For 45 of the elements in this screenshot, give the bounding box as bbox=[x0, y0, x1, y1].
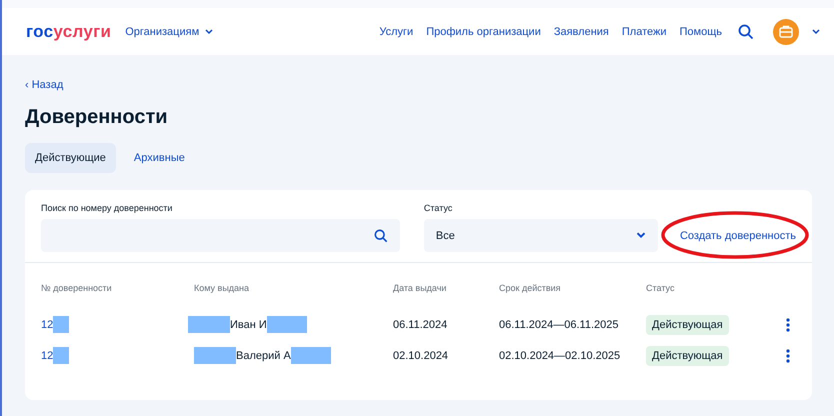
table-cell: Валерий А bbox=[236, 350, 291, 362]
tab[interactable]: Архивные bbox=[124, 143, 195, 173]
organizations-menu[interactable]: Организациям bbox=[125, 26, 214, 38]
nav-link[interactable]: Помощь bbox=[680, 26, 722, 38]
number-link[interactable]: 12 bbox=[41, 350, 54, 362]
redaction-mark bbox=[194, 347, 236, 364]
status-badge: Действующая bbox=[646, 346, 729, 366]
table-cell-text: 06.11.2024 bbox=[393, 318, 448, 330]
number-link[interactable]: 12 bbox=[41, 318, 54, 330]
more-icon[interactable] bbox=[786, 318, 790, 332]
logo[interactable]: госуслуги bbox=[26, 22, 112, 42]
column-header: Срок действия bbox=[499, 283, 562, 293]
dropdown-value: Все bbox=[436, 230, 455, 242]
table-cell-text: 02.10.2024—02.10.2025 bbox=[499, 350, 622, 362]
field-label: Статус bbox=[424, 203, 454, 213]
nav-link[interactable]: Платежи bbox=[622, 26, 666, 38]
caret-icon[interactable] bbox=[812, 28, 820, 34]
column-header: Статус bbox=[646, 283, 676, 293]
column-header: Дата выдачи bbox=[393, 283, 448, 293]
column-header: № доверенности bbox=[41, 283, 113, 293]
table-cell-text: 02.10.2024 bbox=[393, 350, 450, 362]
redaction-mark bbox=[266, 316, 307, 333]
more-icon[interactable] bbox=[786, 348, 790, 362]
table-cell-text: 06.11.2024—06.11.2025 bbox=[499, 318, 620, 330]
status-badge: Действующая bbox=[646, 314, 729, 334]
field-label: Поиск по номеру доверенности bbox=[41, 203, 174, 213]
redaction-mark bbox=[53, 347, 70, 364]
search-field[interactable] bbox=[41, 219, 400, 252]
tab[interactable]: Действующие bbox=[25, 143, 116, 173]
page-title: Доверенности bbox=[25, 106, 169, 129]
search-icon[interactable] bbox=[738, 24, 754, 40]
create-link[interactable]: Создать доверенность bbox=[680, 230, 796, 242]
redaction-mark bbox=[188, 316, 230, 333]
caret-icon bbox=[636, 232, 646, 239]
nav-link[interactable]: Услуги bbox=[379, 26, 414, 38]
redaction-mark bbox=[290, 347, 331, 364]
table-cell: Иван И bbox=[230, 318, 267, 330]
caret-icon bbox=[205, 28, 214, 34]
nav-link[interactable]: Профиль организации bbox=[426, 26, 541, 38]
nav-link[interactable]: Заявления bbox=[554, 26, 609, 38]
column-header: Кому выдана bbox=[194, 283, 250, 293]
status-dropdown[interactable]: Все bbox=[424, 219, 658, 252]
search-icon[interactable] bbox=[374, 228, 388, 242]
back-link[interactable]: ‹ Назад bbox=[25, 79, 64, 91]
redaction-mark bbox=[53, 316, 70, 333]
